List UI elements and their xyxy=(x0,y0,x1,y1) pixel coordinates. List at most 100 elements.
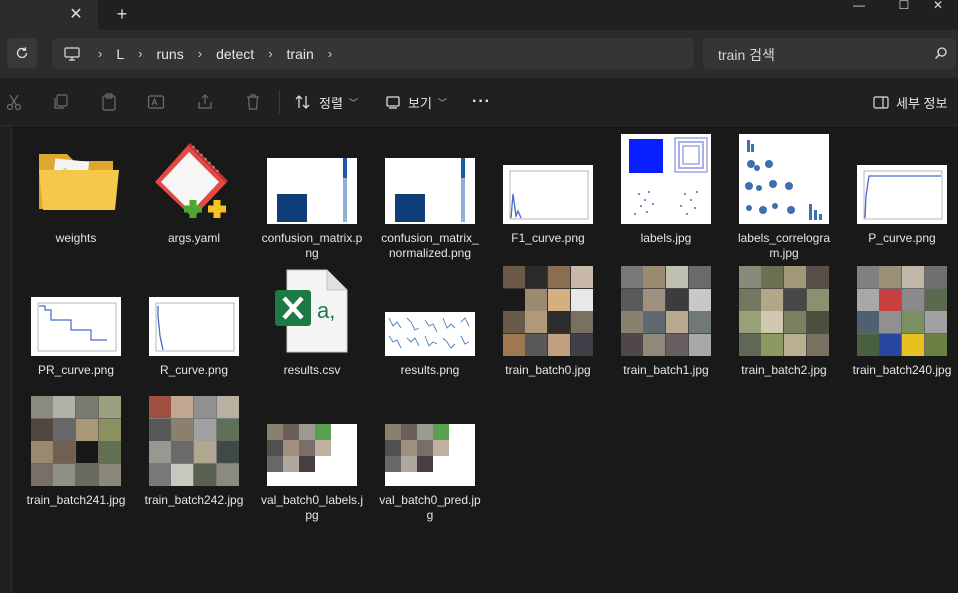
this-pc-icon[interactable] xyxy=(64,46,80,61)
new-tab-button[interactable]: + xyxy=(112,4,132,24)
copy-icon[interactable] xyxy=(52,93,70,111)
toolbar-divider xyxy=(279,90,280,114)
train-batch241-thumbnail xyxy=(31,396,121,486)
view-button[interactable]: 보기 ﹀ xyxy=(385,92,447,112)
file-item-train-batch0[interactable]: train_batch0.jpg xyxy=(494,266,602,378)
close-window-button[interactable]: ✕ xyxy=(915,0,958,12)
f1-curve-thumbnail xyxy=(503,134,593,224)
file-name: train_batch1.jpg xyxy=(623,363,709,377)
file-item-pr-curve[interactable]: PR_curve.png xyxy=(22,266,130,378)
val-batch0-pred-thumbnail xyxy=(385,396,475,486)
refresh-button[interactable] xyxy=(7,38,37,68)
file-item-train-batch240[interactable]: train_batch240.jpg xyxy=(848,266,956,378)
file-name: val_batch0_pred.jpg xyxy=(379,493,481,522)
excel-file-icon: a, xyxy=(267,266,357,356)
search-box[interactable]: train 검색 xyxy=(703,38,956,69)
file-name: weights xyxy=(55,231,97,245)
delete-icon[interactable] xyxy=(244,93,262,111)
search-input[interactable]: train 검색 xyxy=(718,45,775,65)
share-icon[interactable] xyxy=(196,93,214,111)
results-thumbnail xyxy=(385,266,475,356)
file-name: F1_curve.png xyxy=(511,231,585,245)
file-list-area: weights args.yaml confusion_matrix.png c… xyxy=(0,126,958,593)
more-options-button[interactable]: ··· xyxy=(472,92,491,112)
file-item-args-yaml[interactable]: args.yaml xyxy=(140,134,248,246)
title-bar: ✕ + — ☐ ✕ xyxy=(0,0,958,30)
cut-icon[interactable] xyxy=(5,93,23,111)
train-batch242-thumbnail xyxy=(149,396,239,486)
chevron-right-icon[interactable]: › xyxy=(138,46,142,61)
file-name: P_curve.png xyxy=(868,231,936,245)
pr-curve-thumbnail xyxy=(31,266,121,356)
file-item-train-batch241[interactable]: train_batch241.jpg xyxy=(22,396,130,508)
p-curve-thumbnail xyxy=(857,134,947,224)
view-label: 보기 xyxy=(408,95,432,111)
close-tab-icon[interactable]: ✕ xyxy=(66,5,86,25)
labels-correlogram-thumbnail xyxy=(739,134,829,224)
train-batch0-thumbnail xyxy=(503,266,593,356)
file-item-train-batch242[interactable]: train_batch242.jpg xyxy=(140,396,248,508)
details-label: 세부 정보 xyxy=(896,95,948,111)
paste-icon[interactable] xyxy=(100,93,118,111)
file-item-r-curve[interactable]: R_curve.png xyxy=(140,266,248,378)
address-row: › L › runs › detect › train › train 검색 xyxy=(0,30,958,78)
file-item-val-batch0-labels[interactable]: val_batch0_labels.jpg xyxy=(258,396,366,523)
file-item-results-csv[interactable]: a, results.csv xyxy=(258,266,366,378)
folder-icon xyxy=(31,134,121,224)
confusion-matrix-thumbnail xyxy=(267,134,357,224)
file-name: train_batch2.jpg xyxy=(741,363,827,377)
file-item-confusion-matrix[interactable]: confusion_matrix.png xyxy=(258,134,366,261)
navigation-pane-edge[interactable] xyxy=(0,126,12,593)
val-batch0-labels-thumbnail xyxy=(267,396,357,486)
file-name: results.png xyxy=(400,363,460,377)
file-item-f1-curve[interactable]: F1_curve.png xyxy=(494,134,602,246)
file-name: PR_curve.png xyxy=(37,363,115,377)
tab-active[interactable]: ✕ xyxy=(0,0,98,30)
breadcrumb-item-train[interactable]: train xyxy=(287,46,314,62)
chevron-right-icon[interactable]: › xyxy=(198,46,202,61)
file-name: confusion_matrix_normalized.png xyxy=(381,231,479,260)
details-pane-button[interactable]: 세부 정보 xyxy=(873,92,947,112)
file-item-labels[interactable]: labels.jpg xyxy=(612,134,720,246)
file-name: args.yaml xyxy=(167,231,220,245)
file-name: train_batch240.jpg xyxy=(852,363,952,377)
sort-icon xyxy=(295,95,310,109)
breadcrumb[interactable]: › L › runs › detect › train › xyxy=(52,38,694,69)
confusion-matrix-normalized-thumbnail xyxy=(385,134,475,224)
breadcrumb-item-detect[interactable]: detect xyxy=(216,46,254,62)
train-batch2-thumbnail xyxy=(739,266,829,356)
file-item-labels-correlogram[interactable]: labels_correlogram.jpg xyxy=(730,134,838,261)
file-name: train_batch241.jpg xyxy=(26,493,126,507)
yaml-file-icon xyxy=(149,134,239,224)
breadcrumb-item-runs[interactable]: runs xyxy=(156,46,183,62)
file-item-train-batch2[interactable]: train_batch2.jpg xyxy=(730,266,838,378)
details-pane-icon xyxy=(873,95,889,109)
search-icon[interactable] xyxy=(934,46,948,60)
command-bar: 정렬 ﹀ 보기 ﹀ ··· 세부 정보 xyxy=(0,78,958,126)
minimize-button[interactable]: — xyxy=(836,0,882,12)
file-item-val-batch0-pred[interactable]: val_batch0_pred.jpg xyxy=(376,396,484,523)
file-name: confusion_matrix.png xyxy=(261,231,363,260)
file-item-train-batch1[interactable]: train_batch1.jpg xyxy=(612,266,720,378)
file-name: results.csv xyxy=(283,363,341,377)
chevron-right-icon[interactable]: › xyxy=(98,46,102,61)
breadcrumb-item-l[interactable]: L xyxy=(116,46,124,62)
file-item-weights[interactable]: weights xyxy=(22,134,130,246)
file-name: labels.jpg xyxy=(640,231,692,245)
r-curve-thumbnail xyxy=(149,266,239,356)
file-name: val_batch0_labels.jpg xyxy=(260,493,364,522)
file-item-results-png[interactable]: results.png xyxy=(376,266,484,378)
file-name: train_batch0.jpg xyxy=(505,363,591,377)
file-name: R_curve.png xyxy=(159,363,229,377)
rename-icon[interactable] xyxy=(147,93,165,111)
chevron-right-icon[interactable]: › xyxy=(268,46,272,61)
train-batch1-thumbnail xyxy=(621,266,711,356)
chevron-down-icon: ﹀ xyxy=(348,97,358,108)
file-item-p-curve[interactable]: P_curve.png xyxy=(848,134,956,246)
file-name: train_batch242.jpg xyxy=(144,493,244,507)
file-item-confusion-matrix-normalized[interactable]: confusion_matrix_normalized.png xyxy=(376,134,484,261)
sort-button[interactable]: 정렬 ﹀ xyxy=(294,92,358,112)
chevron-right-icon[interactable]: › xyxy=(328,46,332,61)
file-name: labels_correlogram.jpg xyxy=(737,231,831,260)
refresh-icon xyxy=(16,47,28,59)
